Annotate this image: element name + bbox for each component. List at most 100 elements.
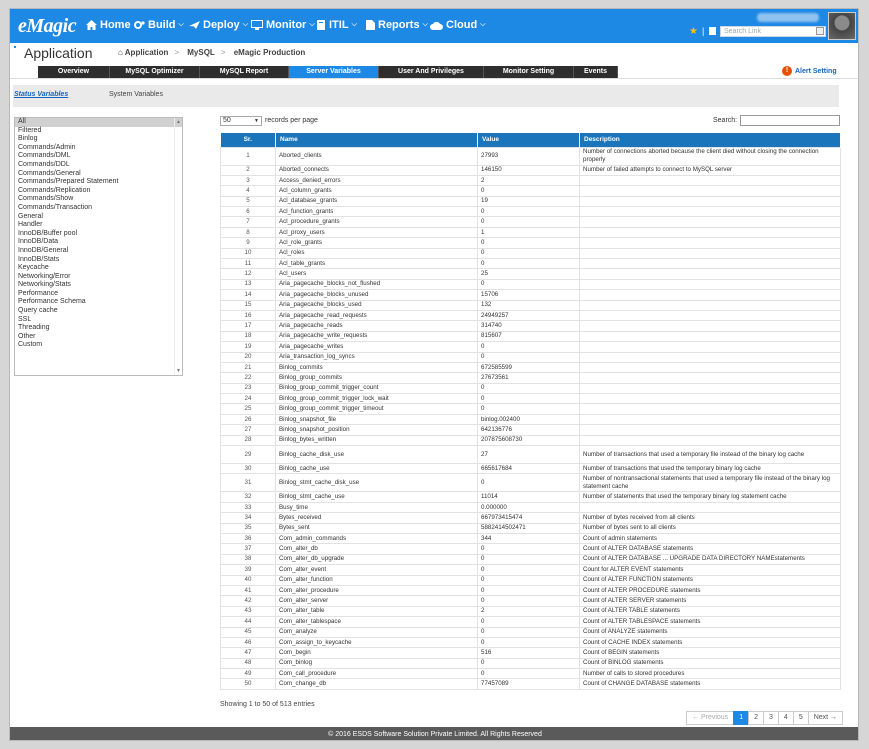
category-option[interactable]: Commands/General — [15, 170, 182, 179]
scroll-up-icon[interactable]: ▲ — [176, 119, 181, 125]
category-option[interactable]: Keycache — [15, 264, 182, 273]
tab-status-variables[interactable]: Status Variables — [14, 91, 68, 98]
tab-mysql-report[interactable]: MySQL Report — [200, 66, 289, 78]
page-button[interactable]: 4 — [777, 711, 794, 725]
quick-link-input[interactable]: Search Link — [720, 26, 826, 37]
cell-name: Com_assign_to_keycache — [275, 636, 478, 649]
nav-monitor[interactable]: Monitor ⌵ — [251, 19, 315, 31]
search-input[interactable] — [740, 115, 840, 126]
category-option[interactable]: Handler — [15, 221, 182, 230]
category-option[interactable]: Networking/Error — [15, 273, 182, 282]
category-option[interactable]: Binlog — [15, 135, 182, 144]
category-option[interactable]: SSL — [15, 316, 182, 325]
category-option[interactable]: Commands/DDL — [15, 161, 182, 170]
category-option[interactable]: Commands/Replication — [15, 187, 182, 196]
star-icon[interactable]: ★ — [689, 26, 698, 37]
category-option[interactable]: All — [15, 118, 182, 127]
tab-user-and-privileges[interactable]: User And Privileges — [379, 66, 484, 78]
cell-value: 15706 — [477, 289, 580, 301]
cell-value: 0 — [477, 636, 580, 649]
cell-value: 19 — [477, 195, 580, 208]
category-option[interactable]: Performance — [15, 290, 182, 299]
category-option[interactable]: InnoDB/Stats — [15, 256, 182, 265]
page-button[interactable]: 5 — [792, 711, 809, 725]
category-option[interactable]: Commands/DML — [15, 152, 182, 161]
tab-mysql-optimizer[interactable]: MySQL Optimizer — [110, 66, 200, 78]
nav-reports[interactable]: Reports ⌵ — [366, 19, 428, 31]
nav-cloud-label: Cloud — [446, 19, 478, 31]
next-page-button[interactable]: Next → — [807, 711, 844, 725]
nav-build[interactable]: Build ⌵ — [134, 19, 184, 31]
separator: | — [702, 26, 705, 36]
cell-value: 0 — [477, 473, 580, 493]
column-header-sr[interactable]: Sr. — [220, 133, 276, 147]
cell-sr: 45 — [220, 626, 276, 638]
alert-setting-link[interactable]: ! Alert Setting — [782, 66, 837, 76]
records-per-page-select[interactable]: 50 ▼ — [220, 116, 262, 126]
category-option[interactable]: Commands/Admin — [15, 144, 182, 153]
category-option[interactable]: Commands/Prepared Statement — [15, 178, 182, 187]
emagic-logo[interactable]: eMagic — [18, 15, 77, 38]
page-button[interactable]: 3 — [763, 711, 779, 725]
category-option[interactable]: Networking/Stats — [15, 281, 182, 290]
document-icon — [366, 20, 375, 30]
category-listbox[interactable]: All Filtered Binlog Commands/Admin Commands/… — [14, 117, 183, 376]
category-option[interactable]: InnoDB/Data — [15, 238, 182, 247]
cell-name: Binlog_group_commit_trigger_count — [275, 382, 478, 395]
category-option[interactable]: General — [15, 213, 182, 222]
quick-link-go-icon[interactable] — [816, 27, 824, 35]
category-option[interactable]: Other — [15, 333, 182, 342]
tab-bar: Overview MySQL Optimizer MySQL Report Se… — [38, 66, 618, 78]
breadcrumb-separator: > — [174, 48, 180, 57]
tab-events[interactable]: Events — [574, 66, 618, 78]
category-option[interactable]: Custom — [15, 341, 182, 350]
category-option[interactable]: Filtered — [15, 127, 182, 136]
category-option[interactable]: Commands/Transaction — [15, 204, 182, 213]
cell-value: binlog.002400 — [477, 413, 580, 426]
breadcrumb-item-application[interactable]: Application — [125, 48, 169, 57]
scrollbar[interactable]: ▲ ▼ — [174, 118, 182, 375]
column-header-value[interactable]: Value — [477, 133, 580, 147]
nav-deploy[interactable]: Deploy ⌵ — [189, 19, 248, 31]
chevron-down-icon: ⌵ — [422, 21, 428, 28]
category-option[interactable]: Query cache — [15, 307, 182, 316]
cell-value: 132 — [477, 299, 580, 311]
cell-sr: 25 — [220, 403, 276, 415]
nav-itil[interactable]: ITIL ⌵ — [316, 19, 357, 31]
calendar-icon[interactable] — [709, 27, 716, 35]
category-option[interactable]: Threading — [15, 324, 182, 333]
cell-value: 0 — [477, 584, 580, 597]
avatar[interactable] — [828, 12, 856, 40]
nav-home[interactable]: Home — [86, 19, 131, 31]
pagination: ← Previous 1 2 3 4 5 Next → — [686, 711, 844, 725]
cell-value: 0 — [477, 626, 580, 638]
cell-name: Bytes_sent — [275, 522, 478, 535]
previous-page-button[interactable]: ← Previous — [686, 711, 735, 725]
tab-overview[interactable]: Overview — [38, 66, 110, 78]
page-button[interactable]: 1 — [733, 711, 750, 725]
chevron-down-icon: ⌵ — [178, 21, 184, 28]
page-button[interactable]: 2 — [748, 711, 764, 725]
breadcrumb-item-production[interactable]: eMagic Production — [234, 48, 306, 57]
cell-description: Count for ALTER EVENT statements — [579, 564, 841, 576]
breadcrumb-item-mysql[interactable]: MySQL — [187, 48, 215, 57]
column-header-description[interactable]: Description — [579, 133, 841, 147]
cell-description: Number of transactions that used the tem… — [579, 463, 841, 475]
cell-description — [579, 185, 841, 197]
nav-cloud[interactable]: Cloud ⌵ — [430, 19, 485, 31]
category-option[interactable]: Performance Schema — [15, 298, 182, 307]
tab-system-variables[interactable]: System Variables — [109, 91, 163, 98]
category-option[interactable]: InnoDB/General — [15, 247, 182, 256]
tab-server-variables[interactable]: Server Variables — [289, 66, 379, 78]
table-row: 37 Com_alter_db 0 Count of ALTER DATABASE s… — [220, 543, 841, 555]
table-row: 50 Com_change_db 77457089 Count of CHANGE D… — [220, 678, 841, 690]
category-option[interactable]: Commands/Show — [15, 195, 182, 204]
column-header-name[interactable]: Name — [275, 133, 478, 147]
tab-monitor-setting[interactable]: Monitor Setting — [484, 66, 574, 78]
cell-value: 0 — [477, 543, 580, 555]
category-option[interactable]: InnoDB/Buffer pool — [15, 230, 182, 239]
cell-description: Number of calls to stored procedures — [579, 668, 841, 680]
cell-sr: 41 — [220, 584, 276, 597]
nav-itil-label: ITIL — [329, 19, 349, 31]
scroll-down-icon[interactable]: ▼ — [176, 368, 181, 374]
